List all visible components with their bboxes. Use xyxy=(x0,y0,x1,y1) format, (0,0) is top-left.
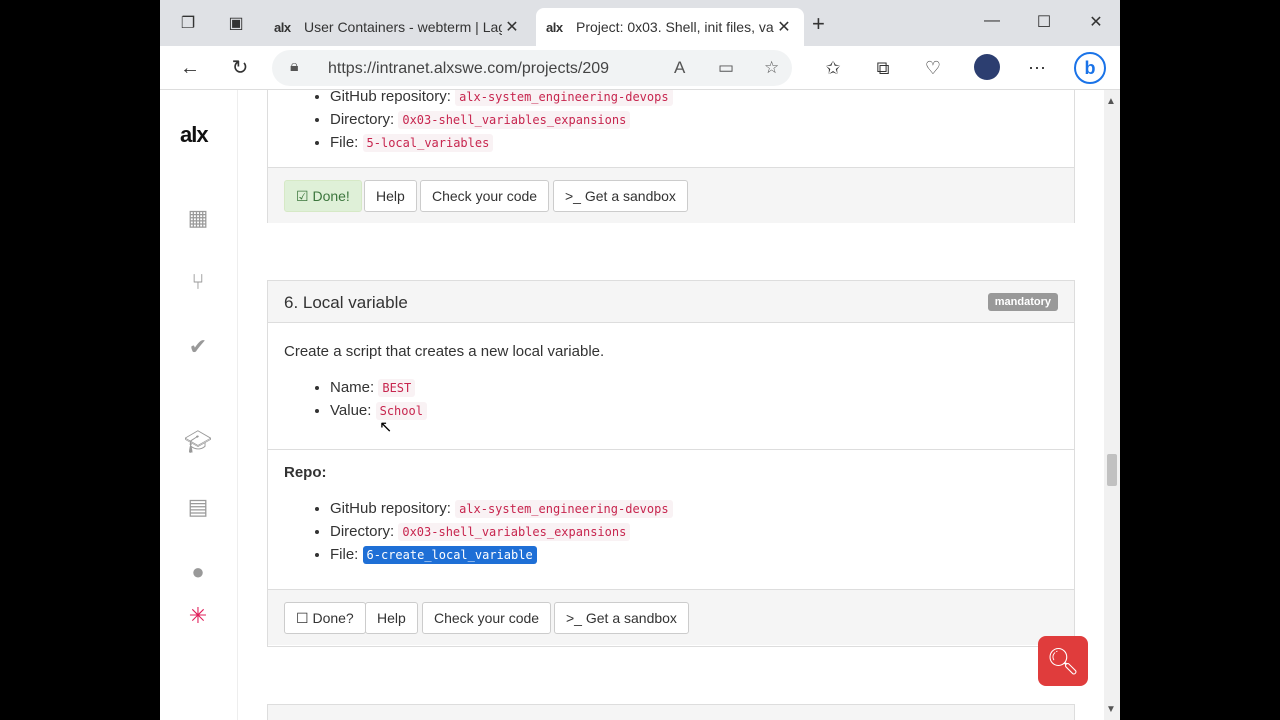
task-5-footer: ☑ Done! Help Check your code >_ Get a sa… xyxy=(268,167,1074,223)
repo-heading: Repo: xyxy=(284,464,327,481)
done-button[interactable]: ☐ Done? xyxy=(284,602,366,634)
close-tab-icon[interactable]: ✕ xyxy=(502,17,522,37)
task-7-panel xyxy=(267,704,1075,720)
back-icon[interactable]: ← xyxy=(178,56,202,80)
mandatory-badge: mandatory xyxy=(987,293,1058,311)
repo-item-file: File: 5-local_variables xyxy=(330,131,1074,154)
tab-user-containers[interactable]: alx User Containers - webterm | Lago ✕ xyxy=(264,8,532,46)
task-6-footer: ☐ Done? Help Check your code >_ Get a sa… xyxy=(268,589,1074,645)
task-5-repo: GitHub repository: alx-system_engineerin… xyxy=(268,90,1074,167)
mouse-cursor-icon: ↖ xyxy=(379,419,393,436)
minimize-icon[interactable]: — xyxy=(980,12,1004,30)
repo-item-directory: Directory: 0x03-shell_variables_expansio… xyxy=(330,108,1074,131)
bing-copilot-icon[interactable]: b xyxy=(1074,52,1106,84)
navigation-bar: ← ↻ 🔒︎ https://intranet.alxswe.com/proje… xyxy=(160,46,1120,90)
repo-item-github: GitHub repository: alx-system_engineerin… xyxy=(330,90,1074,108)
repo-item-file: File: 6-create_local_variable xyxy=(330,543,1074,566)
req-item-name: Name: BEST xyxy=(330,376,1074,399)
repo-item-directory: Directory: 0x03-shell_variables_expansio… xyxy=(330,520,1074,543)
address-bar[interactable]: 🔒︎ https://intranet.alxswe.com/projects/… xyxy=(272,50,792,86)
immersive-reader-icon[interactable]: ▭ xyxy=(718,58,734,78)
help-button[interactable]: Help xyxy=(365,602,418,634)
tab-title: Project: 0x03. Shell, init files, varia xyxy=(576,19,774,35)
sandbox-button[interactable]: >_ Get a sandbox xyxy=(554,602,689,634)
task-6-panel: 6. Local variable mandatory Create a scr… xyxy=(267,280,1075,647)
profile-avatar[interactable] xyxy=(974,54,1000,80)
new-tab-button[interactable]: + xyxy=(812,13,825,35)
page-content: alx ▦ ⑂ ✔ 🎓︎ ▤ ● ✳ GitHub repository: al… xyxy=(160,90,1104,720)
check-code-button[interactable]: Check your code xyxy=(422,602,552,634)
more-menu-icon[interactable]: ⋯ xyxy=(1024,56,1050,80)
task-description: Create a script that creates a new local… xyxy=(284,343,605,360)
calendar-icon[interactable]: ▦ xyxy=(184,204,212,232)
chat-icon[interactable]: ● xyxy=(184,558,212,586)
workspaces-icon[interactable]: ❐ xyxy=(178,14,198,34)
search-button[interactable]: 🔍︎ xyxy=(1038,636,1088,686)
vertical-tabs-icon[interactable]: ▣ xyxy=(226,14,246,34)
scroll-up-icon[interactable]: ▲ xyxy=(1106,96,1116,107)
url-text[interactable]: https://intranet.alxswe.com/projects/209 xyxy=(328,60,609,78)
close-tab-icon[interactable]: ✕ xyxy=(774,17,794,37)
tab-project[interactable]: alx Project: 0x03. Shell, init files, va… xyxy=(536,8,804,46)
task-5-panel: GitHub repository: alx-system_engineerin… xyxy=(267,90,1075,223)
favorites-icon[interactable]: ✩ xyxy=(820,56,846,80)
browser-window: ❐ ▣ alx User Containers - webterm | Lago… xyxy=(160,0,1120,720)
graduation-cap-icon[interactable]: 🎓︎ xyxy=(184,428,212,456)
git-branch-icon[interactable]: ⑂ xyxy=(184,268,212,296)
sandbox-button[interactable]: >_ Get a sandbox xyxy=(553,180,688,212)
help-button[interactable]: Help xyxy=(364,180,417,212)
task-6-heading: 6. Local variable mandatory xyxy=(268,281,1074,323)
sidebar: alx ▦ ⑂ ✔ 🎓︎ ▤ ● ✳ xyxy=(160,90,238,720)
tab-title: User Containers - webterm | Lago xyxy=(304,19,502,35)
favorite-star-icon[interactable]: ☆ xyxy=(764,58,779,78)
done-button[interactable]: ☑ Done! xyxy=(284,180,362,212)
lock-icon: 🔒︎ xyxy=(290,58,299,75)
check-icon[interactable]: ✔ xyxy=(184,333,212,361)
collections-icon[interactable]: ⧉ xyxy=(870,56,896,80)
read-aloud-icon[interactable]: A xyxy=(674,58,685,78)
task-title: 6. Local variable xyxy=(284,293,408,312)
check-code-button[interactable]: Check your code xyxy=(420,180,550,212)
close-window-icon[interactable]: ✕ xyxy=(1084,12,1108,32)
document-icon[interactable]: ▤ xyxy=(184,493,212,521)
repo-item-github: GitHub repository: alx-system_engineerin… xyxy=(330,497,1074,520)
selected-filename[interactable]: 6-create_local_variable xyxy=(362,546,537,564)
refresh-icon[interactable]: ↻ xyxy=(228,56,252,80)
alx-logo[interactable]: alx xyxy=(180,122,209,148)
browser-essentials-icon[interactable]: ♡ xyxy=(920,56,946,80)
tab-strip: ❐ ▣ alx User Containers - webterm | Lago… xyxy=(160,0,1120,46)
scroll-down-icon[interactable]: ▼ xyxy=(1106,704,1116,715)
alx-favicon: alx xyxy=(274,19,291,35)
scrollbar-thumb[interactable] xyxy=(1107,454,1117,486)
maximize-icon[interactable]: ☐ xyxy=(1032,12,1056,32)
req-item-value: Value: School xyxy=(330,399,1074,422)
task-6-repo: Repo: GitHub repository: alx-system_engi… xyxy=(268,450,1074,589)
slack-icon[interactable]: ✳ xyxy=(184,602,212,630)
page-scrollbar[interactable]: ▲ ▼ xyxy=(1104,90,1120,720)
alx-favicon: alx xyxy=(546,19,563,35)
